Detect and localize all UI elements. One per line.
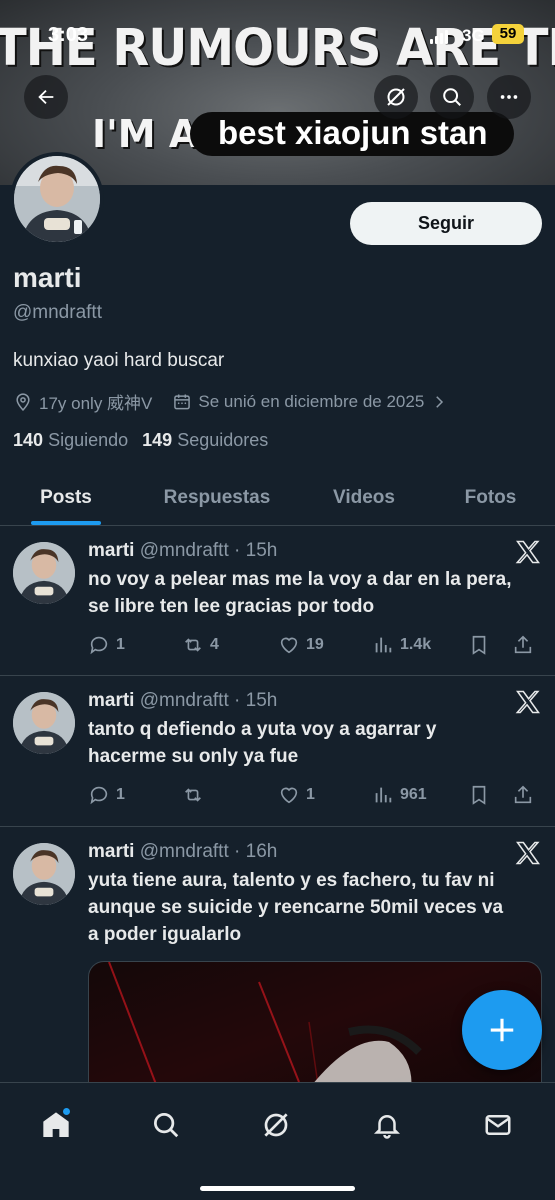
messages-icon bbox=[485, 1115, 511, 1135]
bookmark-icon bbox=[472, 785, 486, 805]
x-logo-icon bbox=[515, 690, 540, 714]
notification-dot bbox=[62, 1107, 71, 1116]
profile-tabs: Posts Respuestas Videos Fotos bbox=[0, 470, 555, 526]
like-button[interactable]: 19 bbox=[278, 634, 372, 656]
calendar-icon bbox=[174, 394, 191, 409]
repost-button[interactable]: 4 bbox=[182, 634, 278, 656]
nav-notifications[interactable] bbox=[359, 1097, 415, 1153]
search-icon bbox=[443, 88, 461, 106]
bottom-navigation bbox=[0, 1082, 555, 1200]
views-button[interactable]: 961 bbox=[372, 784, 468, 806]
post-header: marti @mndraftt · 15h bbox=[88, 690, 278, 711]
profile-avatar[interactable] bbox=[10, 152, 104, 246]
post-header: marti @mndraftt · 15h bbox=[88, 540, 278, 561]
home-indicator bbox=[200, 1186, 355, 1191]
views-button[interactable]: 1.4k bbox=[372, 634, 468, 656]
tab-posts[interactable]: Posts bbox=[0, 470, 132, 525]
repost-button[interactable] bbox=[182, 784, 278, 806]
heart-icon bbox=[280, 637, 298, 654]
nav-search[interactable] bbox=[138, 1097, 194, 1153]
location-icon bbox=[16, 392, 30, 411]
back-button[interactable] bbox=[24, 75, 68, 119]
chevron-right-icon[interactable] bbox=[430, 393, 448, 411]
repost-icon bbox=[185, 638, 201, 652]
x-logo-icon bbox=[515, 841, 540, 865]
repost-icon bbox=[185, 788, 201, 802]
signal-icon bbox=[430, 30, 450, 44]
reply-icon bbox=[90, 786, 108, 805]
reply-button[interactable]: 1 bbox=[88, 634, 182, 656]
nav-grok[interactable] bbox=[248, 1097, 304, 1153]
x-logo-icon bbox=[515, 540, 540, 564]
views-icon bbox=[375, 637, 392, 653]
post-actions: 1 4 19 1.4k bbox=[88, 632, 543, 658]
active-tab-indicator bbox=[31, 521, 101, 525]
tab-replies[interactable]: Respuestas bbox=[132, 470, 302, 525]
post-header: marti @mndraftt · 16h bbox=[88, 841, 278, 862]
bookmark-button[interactable] bbox=[468, 634, 512, 656]
post-text: tanto q defiendo a yuta voy a agarrar y … bbox=[88, 719, 437, 767]
status-time: 3:03 bbox=[48, 24, 89, 46]
nav-messages[interactable] bbox=[470, 1097, 526, 1153]
profile-handle: @mndraftt bbox=[13, 302, 102, 323]
post-item[interactable]: marti @mndraftt · 15h tanto q defiendo a… bbox=[0, 676, 555, 827]
more-icon bbox=[500, 95, 518, 99]
share-button[interactable] bbox=[512, 634, 542, 656]
profile-stats: 140 Siguiendo 149 Seguidores bbox=[13, 430, 268, 451]
profile-joined: Se unió en diciembre de 2025 bbox=[198, 391, 425, 411]
avatar-photo bbox=[13, 843, 75, 905]
more-button[interactable] bbox=[487, 75, 531, 119]
share-button[interactable] bbox=[512, 784, 542, 806]
avatar-photo bbox=[13, 692, 75, 754]
post-item[interactable]: marti @mndraftt · 15h no voy a pelear ma… bbox=[0, 526, 555, 676]
grok-button[interactable] bbox=[374, 75, 418, 119]
post-actions: 1 1 961 bbox=[88, 782, 543, 808]
profile-location: 17y only 威神V bbox=[39, 394, 153, 413]
follow-button[interactable]: Seguir bbox=[350, 202, 542, 245]
followers-link[interactable]: 149 Seguidores bbox=[142, 430, 268, 451]
profile-name: marti bbox=[13, 262, 82, 293]
post-avatar[interactable] bbox=[13, 692, 75, 754]
status-bar: 3:03 3G 59 bbox=[0, 18, 555, 54]
reply-button[interactable]: 1 bbox=[88, 784, 182, 806]
avatar-photo bbox=[14, 156, 100, 242]
nav-home[interactable] bbox=[28, 1097, 84, 1153]
plus-icon bbox=[490, 1018, 514, 1042]
banner-prefix: I'M A bbox=[92, 112, 199, 156]
post-avatar[interactable] bbox=[13, 843, 75, 905]
compose-button[interactable] bbox=[462, 990, 542, 1070]
search-icon bbox=[154, 1113, 179, 1138]
battery-level: 59 bbox=[492, 24, 524, 44]
like-button[interactable]: 1 bbox=[278, 784, 372, 806]
network-type: 3G bbox=[462, 26, 485, 45]
share-icon bbox=[514, 785, 532, 804]
post-text: yuta tiene aura, talento y es fachero, t… bbox=[88, 870, 504, 945]
notifications-icon bbox=[373, 1115, 401, 1139]
following-link[interactable]: 140 Siguiendo bbox=[13, 430, 128, 451]
heart-icon bbox=[280, 787, 298, 804]
profile-bio: kunxiao yaoi hard buscar bbox=[13, 350, 225, 371]
share-icon bbox=[514, 635, 532, 654]
profile-meta: 17y only 威神V Se unió en diciembre de 202… bbox=[13, 389, 448, 414]
tab-videos[interactable]: Videos bbox=[302, 470, 426, 525]
avatar-photo bbox=[13, 542, 75, 604]
tab-photos[interactable]: Fotos bbox=[426, 470, 555, 525]
bookmark-button[interactable] bbox=[468, 784, 512, 806]
grok-icon bbox=[264, 1113, 288, 1137]
back-arrow-icon bbox=[38, 89, 54, 105]
bookmark-icon bbox=[472, 635, 486, 655]
grok-icon bbox=[387, 88, 405, 106]
search-profile-button[interactable] bbox=[430, 75, 474, 119]
reply-icon bbox=[90, 636, 108, 655]
post-avatar[interactable] bbox=[13, 542, 75, 604]
views-icon bbox=[375, 787, 392, 803]
banner-sticker: best xiaojun stan bbox=[190, 112, 514, 156]
post-text: no voy a pelear mas me la voy a dar en l… bbox=[88, 569, 512, 617]
